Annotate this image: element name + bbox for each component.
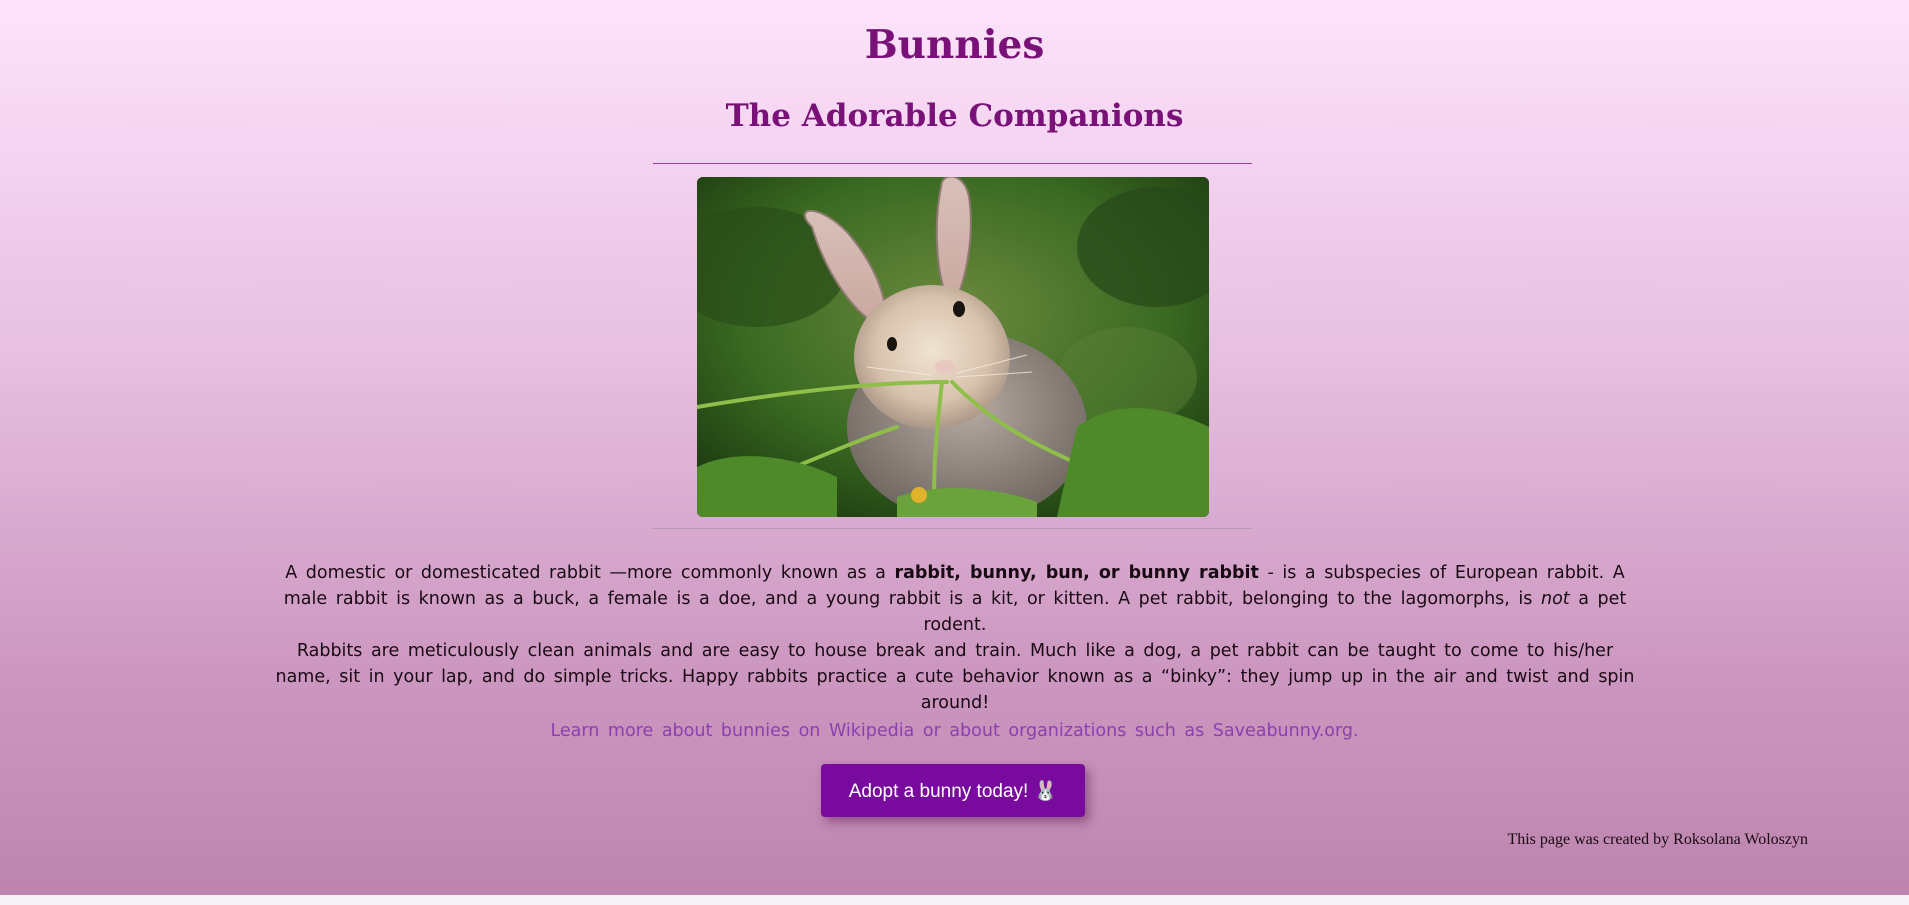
author-credit: This page was created by Roksolana Wolos…	[1507, 831, 1808, 848]
learn-more-line: Learn more about bunnies on Wikipedia or…	[0, 718, 1909, 744]
intro-italic-word: not	[1540, 589, 1570, 609]
learn-more-prefix: Learn more about bunnies on	[550, 721, 829, 741]
intro-paragraph: A domestic or domesticated rabbit —more …	[270, 560, 1640, 638]
adopt-bunny-button[interactable]: Adopt a bunny today! 🐰	[821, 764, 1085, 817]
top-divider	[653, 163, 1252, 164]
page-title: Bunnies	[864, 22, 1045, 68]
intro-text-before: A domestic or domesticated rabbit —more …	[285, 563, 895, 583]
page-background: Bunnies The Adorable Companions A domest…	[0, 0, 1909, 895]
learn-more-middle: or about organizations such as	[914, 721, 1213, 741]
intro-bold-names: rabbit, bunny, bun, or bunny rabbit	[894, 563, 1259, 583]
wikipedia-link[interactable]: Wikipedia	[829, 721, 914, 741]
bunny-photo	[697, 177, 1209, 517]
learn-more-suffix: .	[1352, 721, 1359, 741]
page-subtitle: The Adorable Companions	[725, 98, 1184, 134]
care-paragraph: Rabbits are meticulously clean animals a…	[275, 641, 1635, 713]
saveabunny-link[interactable]: Saveabunny.org	[1213, 721, 1353, 741]
bottom-divider	[653, 528, 1252, 529]
